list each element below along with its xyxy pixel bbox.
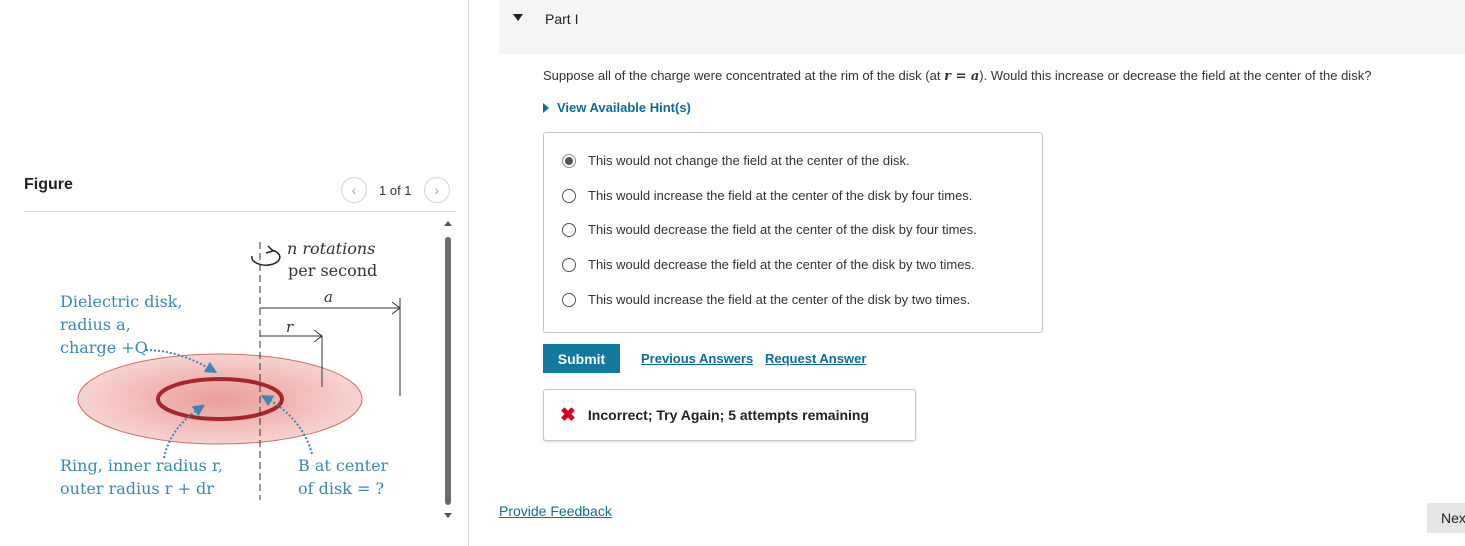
radius-a-label: a bbox=[324, 288, 333, 306]
choice-option[interactable]: This would increase the field at the cen… bbox=[562, 188, 972, 203]
x-icon: ✖ bbox=[560, 404, 576, 426]
panel-divider bbox=[468, 0, 469, 546]
caret-down-icon bbox=[513, 14, 523, 21]
choice-label: This would decrease the field at the cen… bbox=[588, 222, 977, 237]
view-hints-toggle[interactable]: View Available Hint(s) bbox=[543, 100, 691, 115]
provide-feedback-link[interactable]: Provide Feedback bbox=[499, 503, 612, 519]
choice-option[interactable]: This would increase the field at the cen… bbox=[562, 292, 970, 307]
choice-option[interactable]: This would decrease the field at the cen… bbox=[562, 257, 975, 272]
radio-button[interactable] bbox=[562, 292, 576, 307]
chevron-left-icon: ‹ bbox=[351, 182, 357, 198]
choice-label: This would not change the field at the c… bbox=[588, 153, 910, 168]
b-field-label-line1: B at center bbox=[298, 456, 389, 475]
disk-label-line3: charge +Q bbox=[60, 338, 148, 357]
question-text-before: Suppose all of the charge were concentra… bbox=[543, 68, 945, 83]
answer-choices: This would not change the field at the c… bbox=[543, 132, 1043, 333]
feedback-message: ✖ Incorrect; Try Again; 5 attempts remai… bbox=[543, 389, 916, 441]
dielectric-disk bbox=[77, 353, 363, 445]
rotation-label-line2: per second bbox=[288, 261, 377, 280]
figure-pager: ‹ 1 of 1 › bbox=[341, 177, 450, 203]
figure-divider bbox=[24, 211, 456, 212]
request-answer-link[interactable]: Request Answer bbox=[765, 351, 866, 366]
scroll-thumb[interactable] bbox=[445, 237, 451, 505]
hint-label: View Available Hint(s) bbox=[557, 100, 691, 115]
chevron-right-icon: › bbox=[434, 182, 439, 198]
choice-label: This would increase the field at the cen… bbox=[588, 188, 973, 203]
ring-label-line1: Ring, inner radius r, bbox=[60, 456, 223, 475]
submit-button[interactable]: Submit bbox=[543, 344, 620, 373]
question-math: r = a bbox=[944, 69, 980, 84]
pager-text: 1 of 1 bbox=[379, 182, 412, 198]
b-field-label-line2: of disk = ? bbox=[298, 479, 384, 498]
choice-option[interactable]: This would decrease the field at the cen… bbox=[562, 222, 977, 237]
disk-label-line1: Dielectric disk, bbox=[60, 292, 183, 311]
figure-scrollbar[interactable] bbox=[443, 219, 453, 524]
choice-label: This would decrease the field at the cen… bbox=[588, 257, 975, 272]
previous-answers-link[interactable]: Previous Answers bbox=[641, 351, 753, 366]
figure-title: Figure bbox=[24, 176, 73, 193]
radio-selected[interactable] bbox=[562, 153, 576, 168]
next-figure-button[interactable]: › bbox=[423, 177, 450, 203]
radius-r-label: r bbox=[286, 318, 294, 336]
choice-label: This would increase the field at the cen… bbox=[588, 292, 971, 307]
part-label: Part I bbox=[545, 11, 579, 27]
previous-figure-button[interactable]: ‹ bbox=[341, 177, 367, 203]
question-text: Suppose all of the charge were concentra… bbox=[543, 68, 1371, 84]
scroll-up-icon[interactable] bbox=[444, 221, 452, 226]
radio-button[interactable] bbox=[562, 257, 576, 272]
radio-button[interactable] bbox=[562, 188, 576, 203]
next-button[interactable]: Next bbox=[1427, 503, 1465, 533]
figure-diagram: n rotations per second a r Dielectric di… bbox=[60, 239, 401, 500]
choice-option[interactable]: This would not change the field at the c… bbox=[562, 153, 910, 168]
rotation-label-line1: n rotations bbox=[287, 239, 375, 258]
disk-label-line2: radius a, bbox=[60, 315, 131, 334]
radio-button[interactable] bbox=[562, 222, 576, 237]
question-text-after: ). Would this increase or decrease the f… bbox=[979, 68, 1372, 83]
ring-label-line2: outer radius r + dr bbox=[60, 479, 214, 498]
rotation-arrow-icon bbox=[251, 245, 281, 266]
feedback-text: Incorrect; Try Again; 5 attempts remaini… bbox=[587, 407, 870, 423]
scroll-down-icon[interactable] bbox=[444, 513, 452, 518]
part-header[interactable]: Part I bbox=[499, 0, 1465, 54]
caret-right-icon bbox=[543, 102, 549, 113]
